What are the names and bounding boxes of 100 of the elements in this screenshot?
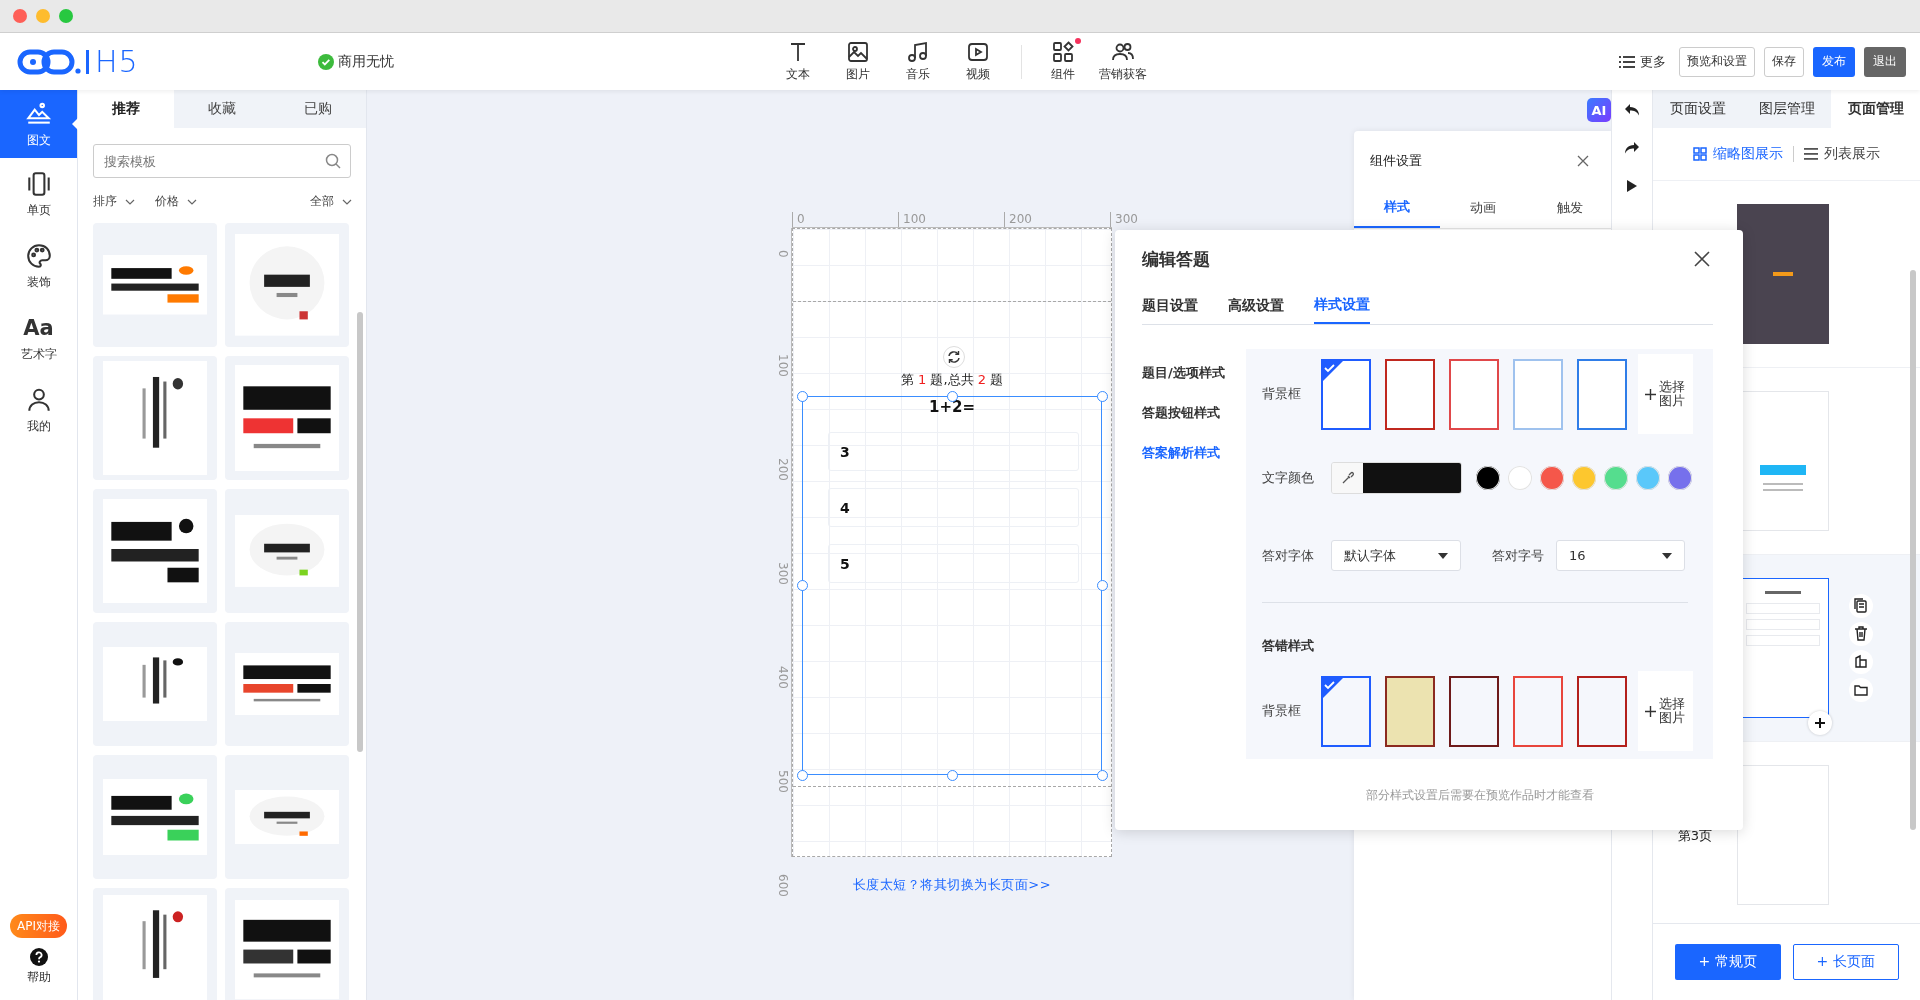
filter-dropdown[interactable]: 价格 — [155, 193, 197, 210]
rotate-icon[interactable] — [943, 346, 965, 368]
trash-icon[interactable] — [1849, 622, 1873, 646]
frame-option[interactable] — [1385, 358, 1435, 430]
plus-icon[interactable] — [1644, 388, 1656, 400]
plus-icon[interactable] — [1814, 717, 1826, 729]
chevron-down-icon[interactable] — [187, 198, 197, 205]
template-card[interactable] — [93, 223, 217, 347]
resize-handle[interactable] — [797, 770, 808, 781]
template-card[interactable] — [225, 622, 349, 746]
template-card[interactable] — [225, 888, 349, 1000]
template-card[interactable] — [225, 356, 349, 480]
color-swatch[interactable] — [1508, 466, 1532, 490]
color-swatch[interactable] — [1604, 466, 1628, 490]
size-select[interactable]: 16 — [1556, 540, 1685, 571]
tab[interactable]: 触发 — [1526, 188, 1611, 228]
video-icon[interactable] — [965, 40, 990, 64]
resize-handle[interactable] — [797, 580, 808, 591]
tab[interactable]: 样式设置 — [1314, 288, 1370, 324]
color-swatch[interactable] — [1668, 466, 1692, 490]
tab[interactable]: 已购 — [270, 90, 366, 128]
color-swatch[interactable] — [1540, 466, 1564, 490]
view-toggle[interactable]: 列表展示 — [1804, 145, 1880, 163]
answer-option[interactable]: 3 — [828, 432, 1079, 471]
eyedropper-icon[interactable] — [1340, 471, 1355, 485]
frame-option[interactable] — [1385, 675, 1435, 747]
frame-option[interactable] — [1321, 675, 1371, 747]
template-card[interactable] — [93, 888, 217, 1000]
duplicate-icon[interactable] — [1849, 650, 1873, 674]
search-icon[interactable] — [325, 153, 341, 169]
template-card[interactable] — [93, 489, 217, 613]
menu-icon[interactable] — [1619, 54, 1635, 69]
filter-dropdown[interactable]: 排序 — [93, 193, 135, 210]
tab[interactable]: 动画 — [1440, 188, 1527, 228]
music-note-icon[interactable] — [905, 40, 930, 64]
header-button[interactable]: 发布 — [1813, 46, 1855, 77]
close-icon[interactable] — [1694, 251, 1710, 267]
template-card[interactable] — [225, 223, 349, 347]
tab[interactable]: 题目设置 — [1142, 288, 1198, 324]
toolbar-button[interactable]: 图片 — [827, 40, 888, 83]
resize-handle[interactable] — [797, 391, 808, 402]
toolbar-button[interactable]: 音乐 — [887, 40, 948, 83]
frame-option[interactable] — [1577, 675, 1627, 747]
rail-item[interactable]: Aa 艺术字 — [0, 302, 77, 374]
style-nav-item[interactable]: 答案解析样式 — [1142, 444, 1246, 462]
header-button[interactable]: 预览和设置 — [1679, 46, 1755, 77]
add-page-button[interactable] — [1808, 711, 1832, 735]
copy-icon[interactable] — [1849, 594, 1873, 618]
chevron-down-icon[interactable] — [342, 198, 352, 205]
choose-image-button[interactable]: 选择图片 — [1638, 671, 1693, 751]
help-button[interactable]: 帮助 — [0, 948, 77, 986]
play-icon[interactable] — [1625, 178, 1639, 194]
ai-button[interactable]: AI — [1587, 98, 1611, 122]
undo-icon[interactable] — [1623, 102, 1641, 118]
color-swatch[interactable] — [1476, 466, 1500, 490]
color-picker[interactable] — [1331, 462, 1462, 494]
rail-item[interactable]: 单页 — [0, 158, 77, 230]
image-icon[interactable] — [845, 40, 870, 64]
tab[interactable]: 页面设置 — [1653, 90, 1742, 128]
template-card[interactable] — [93, 356, 217, 480]
tab[interactable]: 样式 — [1354, 188, 1441, 228]
tab[interactable]: 高级设置 — [1228, 288, 1284, 324]
search-field[interactable]: 搜索模板 — [93, 144, 351, 178]
plus-icon[interactable] — [1644, 705, 1656, 717]
template-card[interactable] — [225, 489, 349, 613]
template-card[interactable] — [93, 755, 217, 879]
selection-box[interactable]: 1+2= 3 4 5 — [802, 396, 1102, 775]
toolbar-button[interactable]: 营销获客 — [1092, 40, 1153, 83]
color-swatch[interactable] — [1636, 466, 1660, 490]
add-page-button[interactable]: + 常规页 — [1674, 944, 1781, 980]
switch-link[interactable]: 长度太短？将其切换为长页面>> — [852, 877, 1052, 892]
resize-handle[interactable] — [947, 770, 958, 781]
resize-handle[interactable] — [1097, 580, 1108, 591]
grid-icon[interactable] — [1693, 147, 1707, 161]
style-nav-item[interactable]: 题目/选项样式 — [1142, 364, 1246, 382]
help-icon[interactable] — [29, 948, 48, 966]
palette-icon[interactable] — [24, 241, 53, 270]
filter-dropdown[interactable]: 全部 — [310, 193, 352, 210]
toolbar-button[interactable]: 视频 — [947, 40, 1008, 83]
style-nav-item[interactable]: 答题按钮样式 — [1142, 404, 1246, 422]
rail-item[interactable]: 我的 — [0, 374, 77, 446]
caret-icon[interactable] — [1438, 552, 1448, 559]
folder-icon[interactable] — [1849, 678, 1873, 702]
header-button[interactable]: 保存 — [1764, 46, 1804, 77]
page-thumbnail[interactable] — [1737, 204, 1829, 344]
font-select[interactable]: 默认字体 — [1331, 540, 1461, 571]
caret-icon[interactable] — [1662, 552, 1672, 559]
rail-item[interactable]: 装饰 — [0, 230, 77, 302]
widgets-icon[interactable] — [1050, 40, 1075, 64]
resize-handle[interactable] — [1097, 770, 1108, 781]
redo-icon[interactable] — [1623, 140, 1641, 156]
close-icon[interactable] — [1577, 155, 1589, 167]
resize-handle[interactable] — [1097, 391, 1108, 402]
more-menu-button[interactable]: 更多 — [1619, 52, 1666, 71]
rail-item[interactable]: 图文 — [0, 90, 77, 158]
toolbar-button[interactable]: 组件 — [1032, 40, 1093, 83]
choose-image-button[interactable]: 选择图片 — [1638, 354, 1693, 434]
chevron-down-icon[interactable] — [125, 198, 135, 205]
list-icon[interactable] — [1804, 148, 1818, 160]
answer-option[interactable]: 5 — [828, 544, 1079, 583]
